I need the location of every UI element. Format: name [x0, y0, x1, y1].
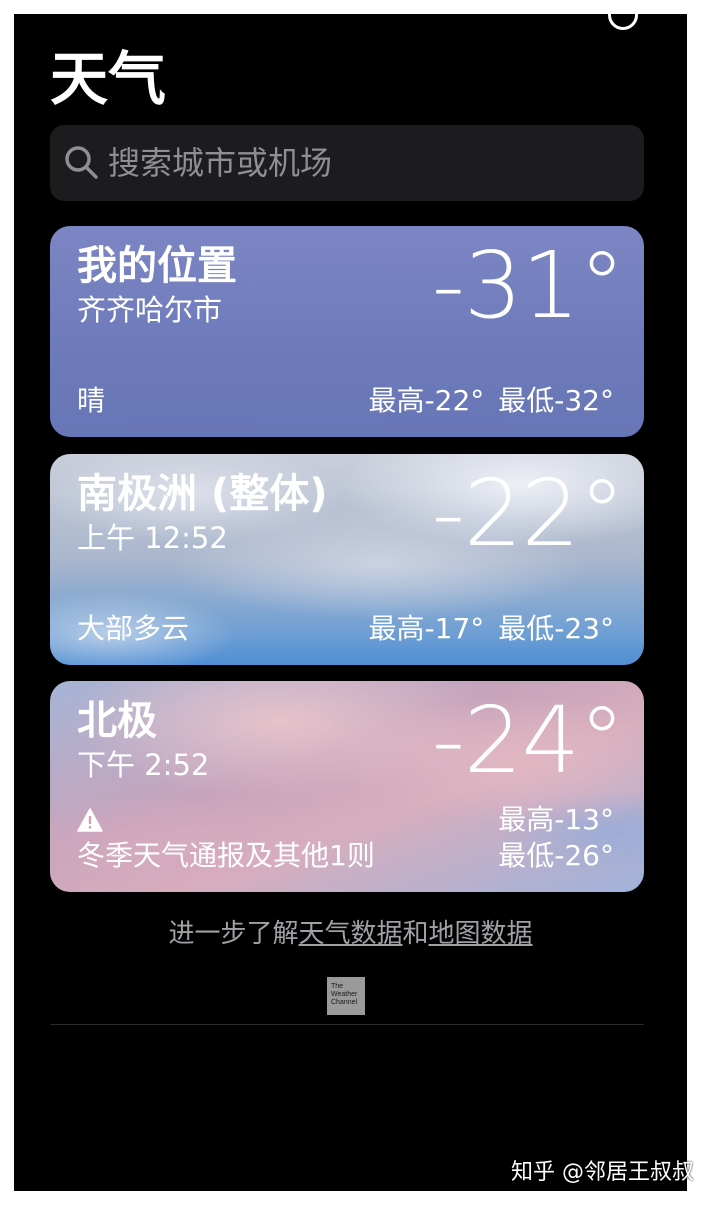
footer-middle: 和 [402, 919, 429, 949]
local-time: 上午 12:52 [77, 521, 228, 555]
high-temperature: 最高-22° [368, 384, 485, 417]
search-input[interactable] [108, 125, 628, 201]
logo-text-line: Weather [331, 991, 358, 998]
status-indicator-icon [608, 14, 638, 30]
high-low-temperatures: 最高-17° 最低-23° [369, 611, 614, 647]
map-data-link[interactable]: 地图数据 [429, 919, 533, 949]
weather-data-link[interactable]: 天气数据 [298, 919, 402, 949]
current-temperature: -22° [431, 460, 625, 567]
search-bar[interactable] [50, 125, 644, 201]
location-subtitle: 齐齐哈尔市 [77, 293, 223, 327]
weather-card-my-location[interactable]: 我的位置 齐齐哈尔市 -31° 晴 最高-22° 最低-32° [50, 226, 644, 437]
logo-text-line: Channel [331, 999, 358, 1006]
current-temperature: -24° [431, 687, 625, 794]
page-title: 天气 [50, 45, 167, 113]
high-temperature: 最高-13° [498, 803, 614, 836]
location-title: 北极 [77, 698, 157, 744]
divider [50, 1024, 644, 1025]
logo-text-line: The [331, 983, 344, 990]
weather-channel-logo[interactable]: The Weather Channel [327, 977, 365, 1015]
footer-prefix: 进一步了解 [168, 919, 299, 949]
weather-card-arctic[interactable]: 北极 下午 2:52 -24° 冬季天气通报及其他1则 最高-13° 最低-26… [50, 681, 644, 892]
low-temperature: 最低-26° [498, 839, 614, 872]
weather-condition: 大部多云 [77, 612, 190, 645]
weather-card-antarctica[interactable]: 南极洲 (整体) 上午 12:52 -22° 大部多云 最高-17° 最低-23° [50, 454, 644, 665]
location-title: 我的位置 [77, 243, 237, 289]
weather-alert: 冬季天气通报及其他1则 [77, 839, 375, 872]
low-temperature: 最低-32° [498, 384, 614, 417]
location-title: 南极洲 (整体) [77, 471, 328, 517]
high-low-temperatures: 最高-13° 最低-26° [498, 802, 614, 874]
warning-icon [77, 808, 103, 832]
high-low-temperatures: 最高-22° 最低-32° [369, 383, 614, 419]
app-screen: 天气 我的位置 齐齐哈尔市 -31° 晴 最高-22° 最低-32° 南极洲 (整… [14, 14, 687, 1191]
watermark: 知乎 @邻居王叔叔 [511, 1160, 694, 1185]
high-temperature: 最高-17° [368, 612, 485, 645]
search-icon [65, 146, 98, 179]
low-temperature: 最低-23° [498, 612, 614, 645]
weather-condition: 晴 [77, 384, 106, 417]
data-source-note: 进一步了解天气数据和地图数据 [14, 916, 687, 952]
local-time: 下午 2:52 [77, 748, 210, 782]
current-temperature: -31° [431, 232, 625, 339]
